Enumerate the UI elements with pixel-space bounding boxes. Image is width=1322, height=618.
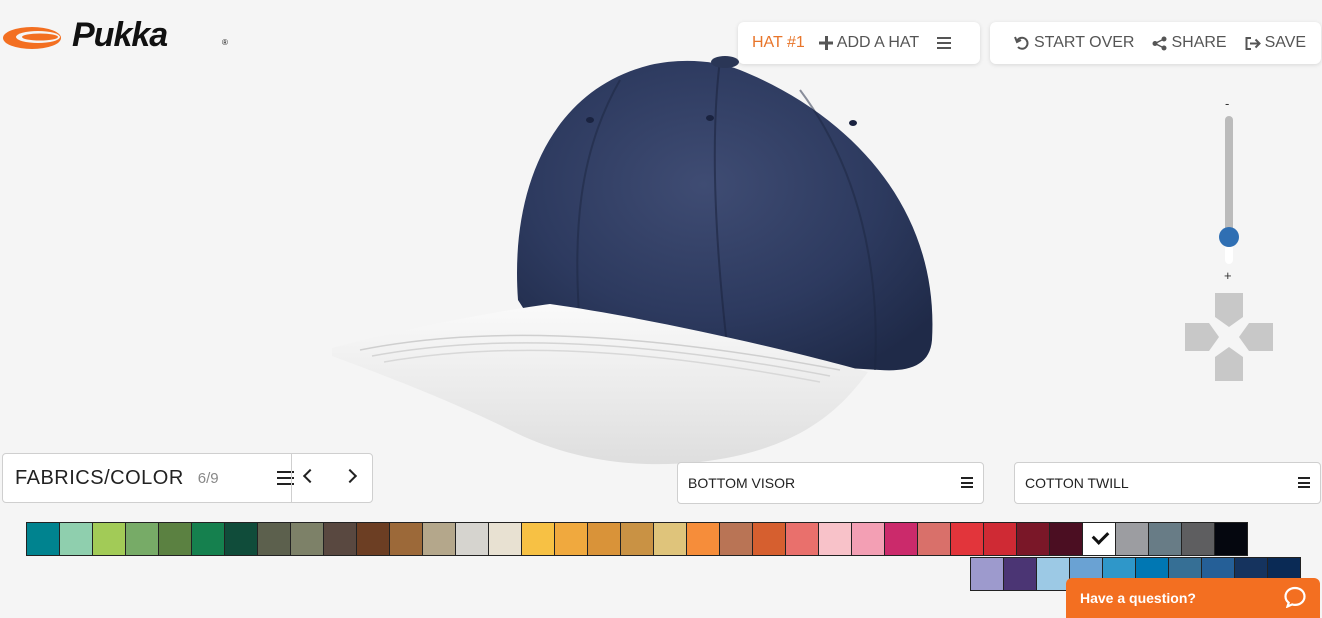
color-swatch[interactable] [917,522,951,556]
chevron-left-icon [302,468,318,484]
start-over-label: START OVER [1034,34,1135,51]
actions-toolbar: START OVER SHARE SAVE [990,22,1321,64]
plus-icon [818,36,833,50]
color-swatch[interactable] [950,522,984,556]
color-swatch[interactable] [620,522,654,556]
rotate-down-icon[interactable] [1215,347,1243,381]
color-swatch[interactable] [323,522,357,556]
part-select-menu-icon [961,477,973,488]
fabric-select[interactable]: COTTON TWILL [1014,462,1321,504]
color-swatch[interactable] [158,522,192,556]
chat-widget[interactable]: Have a question? [1066,578,1320,618]
color-swatch[interactable] [752,522,786,556]
save-button[interactable]: SAVE [1245,34,1307,52]
share-button[interactable]: SHARE [1152,34,1227,52]
color-swatches-row-1 [26,522,1248,556]
rotate-pad[interactable] [1183,291,1275,383]
color-swatch[interactable] [1181,522,1215,556]
chat-label: Have a question? [1080,590,1196,606]
zoom-slider-fill [1225,116,1233,237]
fabric-select-value: COTTON TWILL [1025,475,1129,491]
rotate-left-icon[interactable] [1185,323,1219,351]
color-swatch[interactable] [884,522,918,556]
color-swatch[interactable] [587,522,621,556]
color-swatch[interactable] [785,522,819,556]
color-swatch[interactable] [653,522,687,556]
hat-render [332,56,933,465]
color-swatch[interactable] [125,522,159,556]
start-over-button[interactable]: START OVER [1014,34,1134,52]
color-swatch[interactable] [422,522,456,556]
color-swatch[interactable] [290,522,324,556]
divider [291,454,292,502]
color-swatch[interactable] [1036,557,1070,591]
color-swatch[interactable] [851,522,885,556]
color-swatch[interactable] [554,522,588,556]
color-swatch[interactable] [488,522,522,556]
prev-section-button[interactable] [302,466,318,484]
save-label: SAVE [1264,34,1307,51]
color-swatch[interactable] [257,522,291,556]
color-swatch[interactable] [521,522,555,556]
fabric-select-menu-icon [1298,477,1310,488]
logo-wordmark: Pukka [72,16,168,54]
color-swatch[interactable] [970,557,1004,591]
color-swatch[interactable] [686,522,720,556]
color-swatch[interactable] [26,522,60,556]
share-label: SHARE [1171,34,1227,51]
save-icon [1245,36,1261,50]
chat-bubble-icon [1284,586,1306,608]
color-swatch[interactable] [59,522,93,556]
section-title: FABRICS/COLOR [15,466,184,489]
next-section-button[interactable] [342,466,358,484]
color-swatch[interactable] [719,522,753,556]
registered-mark: ® [222,38,228,47]
color-swatch[interactable] [455,522,489,556]
part-select-value: BOTTOM VISOR [688,475,796,491]
color-swatch[interactable] [1214,522,1248,556]
color-swatch[interactable] [1115,522,1149,556]
part-select[interactable]: BOTTOM VISOR [677,462,984,504]
color-swatch[interactable] [356,522,390,556]
color-swatch[interactable] [224,522,258,556]
color-swatch[interactable] [1049,522,1083,556]
color-swatch[interactable] [818,522,852,556]
color-swatch[interactable] [92,522,126,556]
rotate-right-icon[interactable] [1239,323,1273,351]
color-swatch[interactable] [1003,557,1037,591]
undo-icon [1014,36,1029,50]
rotate-up-icon[interactable] [1215,293,1243,327]
share-icon [1152,36,1167,50]
zoom-slider-thumb[interactable] [1219,227,1239,247]
color-swatch[interactable] [1082,522,1116,556]
color-swatch[interactable] [1148,522,1182,556]
chevron-right-icon [342,468,358,484]
logo-swoosh-icon [3,27,61,49]
color-swatch[interactable] [983,522,1017,556]
color-swatch[interactable] [191,522,225,556]
section-nav-panel: FABRICS/COLOR 6/9 [2,453,373,503]
hat-menu-icon[interactable] [937,37,952,49]
pukka-logo[interactable]: Pukka ® [2,16,242,54]
zoom-in-label[interactable]: + [1224,268,1232,283]
color-swatch[interactable] [389,522,423,556]
section-position: 6/9 [197,469,219,487]
hat-preview[interactable] [320,50,950,470]
zoom-out-label[interactable]: - [1225,96,1229,111]
color-swatch[interactable] [1016,522,1050,556]
